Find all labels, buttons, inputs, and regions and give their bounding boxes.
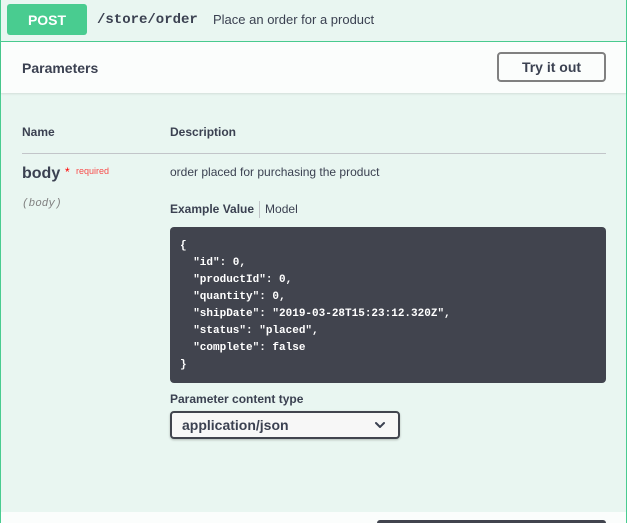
content-type-label: Parameter content type: [170, 392, 304, 406]
operation-path: /store/order: [97, 12, 198, 28]
chevron-down-icon: [375, 422, 385, 428]
tab-example-value[interactable]: Example Value: [170, 202, 259, 216]
required-label: required: [76, 166, 110, 176]
content-type-selected-value: application/json: [182, 417, 289, 433]
parameters-title: Parameters: [22, 60, 99, 76]
operation-summary-text: Place an order for a product: [213, 12, 375, 27]
header-divider: [22, 153, 606, 154]
operation-block-post-store-order: POST /store/order Place an order for a p…: [0, 0, 627, 523]
parameter-location: (body): [22, 198, 62, 210]
try-it-out-button[interactable]: Try it out: [497, 52, 606, 82]
column-header-name: Name: [22, 125, 55, 139]
parameter-name: body: [22, 165, 61, 182]
column-header-description: Description: [170, 125, 237, 139]
http-method-badge: POST: [7, 4, 87, 35]
operation-summary[interactable]: POST /store/order Place an order for a p…: [1, 0, 626, 42]
parameter-description: order placed for purchasing the product: [170, 165, 380, 179]
required-star: *: [65, 165, 70, 179]
content-type-select[interactable]: application/json: [170, 411, 400, 439]
example-value-code: { "id": 0, "productId": 0, "quantity": 0…: [170, 227, 606, 383]
example-model-tabs: Example Value Model: [170, 200, 298, 218]
parameters-header: Parameters Try it out: [1, 42, 626, 93]
tab-model[interactable]: Model: [260, 202, 298, 216]
